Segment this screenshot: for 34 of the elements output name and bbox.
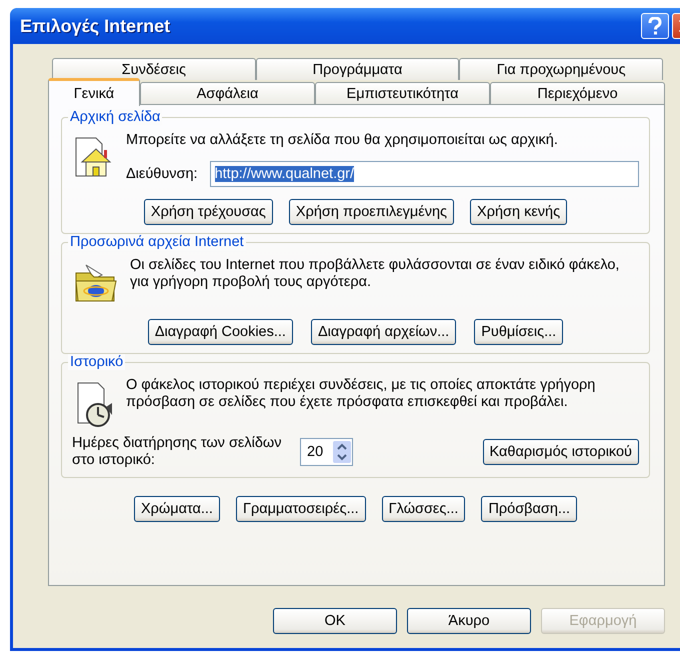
days-label: Ημέρες διατήρησης των σελίδων στο ιστορικό: — [72, 435, 282, 469]
window-title: Επιλογές Internet — [20, 16, 170, 36]
push-button[interactable]: Γλώσσες... — [382, 496, 466, 522]
push-button[interactable]: Γραμματοσειρές... — [236, 496, 366, 522]
description-text: Οι σελίδες του Internet που προβάλλετε φυλάσσονται σε έναν ειδικό φάκελο, για γρήγορη προβολή τους αργότερα. — [130, 257, 620, 291]
tab[interactable]: Εμπιστευτικότητα — [315, 82, 490, 104]
dialog-button[interactable]: OK — [273, 608, 397, 634]
address-label: Διεύθυνση: — [126, 166, 198, 182]
group-title: Αρχική σελίδα — [68, 109, 162, 125]
spin-arrows-icon — [333, 441, 352, 463]
tab[interactable]: Ασφάλεια — [140, 82, 315, 104]
push-button[interactable]: Χρήση κενής — [470, 199, 568, 225]
description-text: Ο φάκελος ιστορικού περιέχει συνδέσεις, με τις οποίες αποκτάτε γρήγορη πρόσβαση σε σελίδες που έχετε πρόσφατα επισκεφθεί και προβάλει. — [126, 377, 596, 411]
push-button[interactable]: Χρήση προεπιλεγμένης — [288, 199, 454, 225]
days-spinner[interactable]: 20 — [300, 438, 354, 466]
help-icon — [647, 17, 663, 35]
group-title: Προσωρινά αρχεία Internet — [68, 234, 246, 250]
push-button[interactable]: Διαγραφή Cookies... — [148, 319, 293, 345]
address-field[interactable]: http://www.qualnet.gr/ — [210, 161, 639, 187]
tab[interactable]: Συνδέσεις — [52, 58, 256, 80]
dialog-button[interactable]: Άκυρο — [407, 608, 531, 634]
group-title: Ιστορικό — [68, 354, 126, 370]
tab[interactable]: Για προχωρημένους — [459, 58, 664, 80]
tab[interactable]: Γενικά — [48, 78, 140, 106]
push-button[interactable]: Χρήση τρέχουσας — [144, 199, 273, 225]
push-button[interactable]: Πρόσβαση... — [481, 496, 578, 522]
push-button[interactable]: Διαγραφή αρχείων... — [310, 319, 456, 345]
push-button[interactable]: Ρυθμίσεις... — [474, 319, 564, 345]
push-button[interactable]: Χρώματα... — [134, 496, 220, 522]
help-button[interactable] — [641, 13, 669, 39]
description-text: Μπορείτε να αλλάξετε τη σελίδα που θα χρησιμοποιείται ως αρχική. — [126, 132, 559, 149]
tab[interactable]: Προγράμματα — [256, 58, 460, 80]
tab[interactable]: Περιεχόμενο — [490, 82, 665, 104]
clear-history-button[interactable]: Καθαρισμός ιστορικού — [482, 439, 639, 465]
